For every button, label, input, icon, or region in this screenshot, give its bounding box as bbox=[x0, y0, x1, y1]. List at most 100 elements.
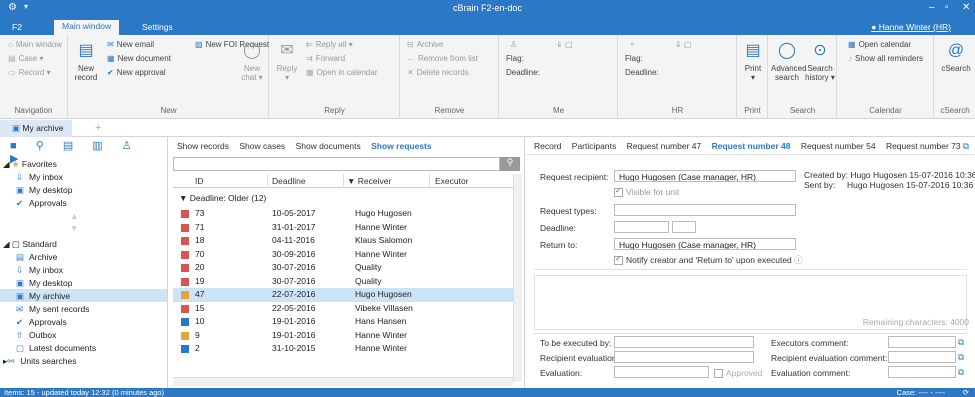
show-requests-tab[interactable]: Show requests bbox=[371, 141, 431, 151]
tab-my-archive[interactable]: ▣ My archive bbox=[0, 120, 72, 137]
maximize-icon[interactable]: ▫ bbox=[945, 2, 949, 13]
main-window-button[interactable]: ⌂ Main window bbox=[8, 40, 62, 49]
table-row[interactable]: 71 31-01-2017 Hanne Winter bbox=[173, 221, 513, 235]
deadline-date-field[interactable] bbox=[614, 221, 669, 233]
table-row[interactable]: 18 04-11-2016 Klaus Salomon bbox=[173, 234, 513, 248]
remove-from-list-button[interactable]: ← Remove from list bbox=[407, 54, 478, 63]
show-records-tab[interactable]: Show records bbox=[177, 141, 229, 151]
std-my-sent-records[interactable]: ✉ My sent records bbox=[0, 302, 167, 315]
help-icon[interactable]: ⓘ bbox=[794, 255, 803, 265]
standard-node[interactable]: ◢ ▢ Standard bbox=[0, 237, 167, 250]
hr-actions-icon[interactable]: ⇓ ▢ bbox=[675, 40, 691, 49]
reply-all-button[interactable]: ⇇ Reply all ▾ bbox=[306, 40, 353, 49]
table-row[interactable]: 15 22-05-2016 Vibeke Villasen bbox=[173, 302, 513, 316]
table-row[interactable]: 2 31-10-2015 Hanne Winter bbox=[173, 342, 513, 356]
print-button[interactable]: ▤ Print ▾ bbox=[740, 41, 766, 82]
popout-icon[interactable]: ⧉ bbox=[963, 141, 969, 152]
record-tab[interactable]: Record bbox=[534, 141, 561, 151]
table-row[interactable]: 47 22-07-2016 Hugo Hugosen bbox=[173, 288, 513, 302]
table-row[interactable]: 70 30-09-2016 Hanne Winter bbox=[173, 248, 513, 262]
evaluation-comment-field[interactable] bbox=[888, 366, 956, 378]
list-search-button[interactable]: ⚲ bbox=[500, 157, 520, 171]
new-chat-button[interactable]: ◯ New chat ▾ bbox=[239, 41, 265, 82]
executors-comment-field[interactable] bbox=[888, 336, 956, 348]
std-my-inbox[interactable]: ⇩ My inbox bbox=[0, 263, 167, 276]
fav-my-desktop[interactable]: ▣ My desktop bbox=[0, 183, 167, 196]
edit-eval-comment-icon[interactable]: ⧉ bbox=[958, 367, 964, 378]
new-record-button[interactable]: ▤ New record bbox=[73, 41, 99, 82]
table-row[interactable]: 73 10-05-2017 Hugo Hugosen bbox=[173, 207, 513, 221]
minimize-icon[interactable]: – bbox=[929, 2, 935, 13]
tab-main-window[interactable]: Main window bbox=[54, 20, 120, 35]
std-approvals[interactable]: ✔ Approvals bbox=[0, 315, 167, 328]
fav-approvals[interactable]: ✔ Approvals bbox=[0, 196, 167, 209]
show-cases-tab[interactable]: Show cases bbox=[239, 141, 285, 151]
scroll-down-icon[interactable]: ▼ bbox=[0, 221, 167, 234]
list-search-input[interactable] bbox=[173, 157, 500, 171]
std-latest-documents[interactable]: ▢ Latest documents bbox=[0, 341, 167, 354]
list-horizontal-scrollbar[interactable] bbox=[173, 377, 513, 386]
std-archive[interactable]: ▤ Archive bbox=[0, 250, 167, 263]
user-link[interactable]: ● Hanne Winter (HR) bbox=[871, 22, 951, 32]
std-my-archive[interactable]: ▣ My archive bbox=[0, 289, 167, 302]
favorites-node[interactable]: ◢ ★ Favorites bbox=[0, 157, 167, 170]
tree-toolbar[interactable]: ■ ⚲ ▤ ▥ ♙ ▶ bbox=[0, 137, 167, 165]
table-row[interactable]: 20 30-07-2016 Quality bbox=[173, 261, 513, 275]
request-types-field[interactable] bbox=[614, 204, 796, 216]
search-history-button[interactable]: ⊙ Search history ▾ bbox=[805, 41, 835, 82]
open-calendar-button[interactable]: ▦ Open calendar bbox=[848, 40, 911, 49]
request-54-tab[interactable]: Request number 54 bbox=[801, 141, 876, 151]
forward-button[interactable]: ⇉ Forward bbox=[306, 54, 345, 63]
show-reminders-button[interactable]: ♪ Show all reminders bbox=[848, 54, 923, 63]
recipient-evaluation-comment-field[interactable] bbox=[888, 351, 956, 363]
evaluation-field[interactable] bbox=[614, 366, 709, 378]
csearch-button[interactable]: @ cSearch bbox=[941, 41, 971, 73]
advanced-search-button[interactable]: ◯ Advanced search bbox=[771, 41, 807, 82]
case-button[interactable]: ▤ Case ▾ bbox=[8, 54, 44, 63]
new-document-button[interactable]: ▦ New document bbox=[107, 54, 171, 63]
new-email-button[interactable]: ✉ New email bbox=[107, 40, 154, 49]
table-row[interactable]: 9 19-01-2016 Hanne Winter bbox=[173, 329, 513, 343]
close-icon[interactable]: ✕ bbox=[962, 2, 970, 13]
refresh-icon[interactable]: ⟳ bbox=[963, 388, 969, 397]
request-73-tab[interactable]: Request number 73 bbox=[886, 141, 961, 151]
show-documents-tab[interactable]: Show documents bbox=[296, 141, 361, 151]
deadline-time-field[interactable] bbox=[672, 221, 696, 233]
cell-id: 19 bbox=[195, 275, 205, 286]
col-receiver[interactable]: ▼ Receiver bbox=[347, 176, 391, 186]
me-actions-icon[interactable]: ⇓ ▢ bbox=[556, 40, 572, 49]
recipient-evaluation-field[interactable] bbox=[614, 351, 754, 363]
col-deadline[interactable]: Deadline bbox=[272, 176, 306, 186]
reply-button[interactable]: ✉ Reply ▾ bbox=[274, 41, 300, 82]
new-approval-button[interactable]: ✔ New approval bbox=[107, 68, 166, 77]
tab-settings[interactable]: Settings bbox=[134, 21, 181, 33]
request-48-tab[interactable]: Request number 48 bbox=[712, 141, 791, 151]
add-tab-icon[interactable]: + bbox=[95, 122, 101, 134]
approved-checkbox[interactable]: Approved bbox=[714, 368, 762, 379]
units-searches-node[interactable]: ▸⚯ Units searches bbox=[0, 354, 167, 367]
std-my-desktop[interactable]: ▣ My desktop bbox=[0, 276, 167, 289]
notify-checkbox[interactable]: Notify creator and 'Return to' upon exec… bbox=[614, 254, 803, 266]
return-to-field[interactable]: Hugo Hugosen (Case manager, HR) bbox=[614, 238, 796, 250]
record-nav-button[interactable]: ▭ Record ▾ bbox=[8, 68, 51, 77]
to-be-executed-by-field[interactable] bbox=[614, 336, 754, 348]
table-row[interactable]: 19 30-07-2016 Quality bbox=[173, 275, 513, 289]
std-outbox[interactable]: ⇧ Outbox bbox=[0, 328, 167, 341]
open-in-calendar-button[interactable]: ▦ Open in calendar bbox=[306, 68, 378, 77]
archive-button[interactable]: ⊟ Archive bbox=[407, 40, 443, 49]
visible-for-unit-checkbox[interactable]: Visible for unit bbox=[614, 186, 679, 198]
tab-f2[interactable]: F2 bbox=[4, 21, 30, 33]
table-row[interactable]: 10 19-01-2016 Hans Hansen bbox=[173, 315, 513, 329]
col-id[interactable]: ID bbox=[195, 176, 204, 186]
user-name[interactable]: Hanne Winter (HR) bbox=[879, 22, 951, 32]
recipient-field[interactable]: Hugo Hugosen (Case manager, HR) bbox=[614, 170, 796, 182]
fav-my-inbox[interactable]: ⇩ My inbox bbox=[0, 170, 167, 183]
col-executor[interactable]: Executor bbox=[435, 176, 469, 186]
edit-exec-comment-icon[interactable]: ⧉ bbox=[958, 337, 964, 348]
delete-records-button[interactable]: ✕ Delete records bbox=[407, 68, 469, 77]
participants-tab[interactable]: Participants bbox=[572, 141, 616, 151]
group-header[interactable]: ▼ Deadline: Older (12) bbox=[173, 191, 513, 205]
edit-rec-comment-icon[interactable]: ⧉ bbox=[958, 352, 964, 363]
request-47-tab[interactable]: Request number 47 bbox=[627, 141, 702, 151]
list-vertical-scrollbar[interactable] bbox=[513, 174, 522, 382]
